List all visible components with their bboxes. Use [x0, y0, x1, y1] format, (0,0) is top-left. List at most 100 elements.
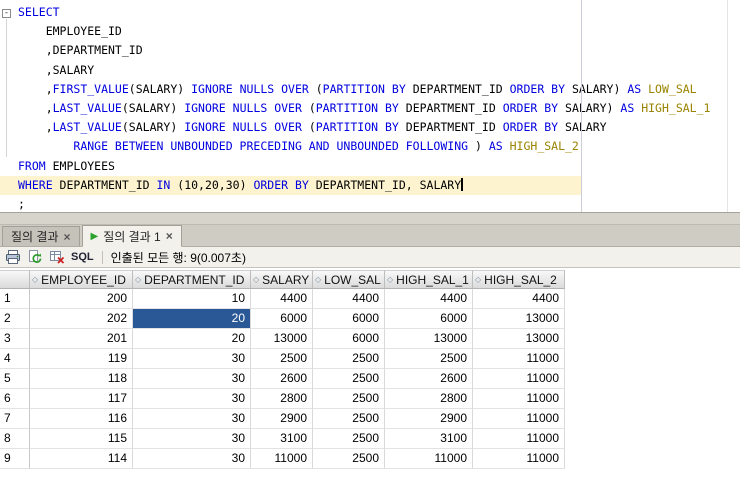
grid-cell[interactable]: 202: [30, 309, 133, 329]
grid-cell[interactable]: 119: [30, 349, 133, 369]
grid-cell[interactable]: 30: [133, 369, 251, 389]
grid-cell[interactable]: 2500: [385, 349, 473, 369]
code-line[interactable]: ,DEPARTMENT_ID: [0, 41, 740, 60]
grid-cell[interactable]: 2800: [385, 389, 473, 409]
code-line[interactable]: FROM EMPLOYEES: [0, 157, 740, 176]
code-line[interactable]: ,LAST_VALUE(SALARY) IGNORE NULLS OVER (P…: [0, 99, 740, 118]
printer-icon[interactable]: [5, 249, 21, 265]
grid-cell[interactable]: 30: [133, 349, 251, 369]
grid-cell[interactable]: 2500: [313, 369, 385, 389]
grid-cell[interactable]: 2500: [313, 429, 385, 449]
grid-cell[interactable]: 2500: [313, 389, 385, 409]
column-header-salary[interactable]: ◇ SALARY: [251, 270, 313, 289]
sql-editor[interactable]: - SELECT EMPLOYEE_ID ,DEPARTMENT_ID ,SAL…: [0, 0, 740, 212]
cancel-fetch-icon[interactable]: [49, 249, 65, 265]
row-number[interactable]: 4: [0, 349, 30, 369]
code-line[interactable]: EMPLOYEE_ID: [0, 22, 740, 41]
grid-cell[interactable]: 30: [133, 429, 251, 449]
grid-cell[interactable]: 117: [30, 389, 133, 409]
grid-cell[interactable]: 115: [30, 429, 133, 449]
grid-cell[interactable]: 11000: [473, 449, 565, 469]
code-token: DEPARTMENT_ID, SALARY: [308, 177, 462, 192]
grid-cell[interactable]: 200: [30, 289, 133, 309]
grid-cell[interactable]: 30: [133, 389, 251, 409]
grid-cell[interactable]: 11000: [473, 429, 565, 449]
grid-cell[interactable]: 20: [133, 329, 251, 349]
grid-cell[interactable]: 2900: [251, 409, 313, 429]
tab-query-result-1[interactable]: ▶ 질의 결과 1 ×: [81, 225, 182, 247]
grid-cell[interactable]: 11000: [473, 349, 565, 369]
code-token: ,: [18, 81, 53, 96]
close-icon[interactable]: ×: [64, 231, 71, 243]
grid-cell[interactable]: 11000: [251, 449, 313, 469]
code-line[interactable]: SELECT: [0, 3, 740, 22]
editor-scrollbar-track[interactable]: [727, 0, 728, 212]
grid-cell[interactable]: 11000: [473, 389, 565, 409]
grid-cell[interactable]: 13000: [473, 329, 565, 349]
pane-splitter[interactable]: [0, 212, 740, 225]
grid-cell[interactable]: 4400: [251, 289, 313, 309]
tab-query-result[interactable]: 질의 결과 ×: [2, 226, 80, 246]
grid-cell[interactable]: 4400: [473, 289, 565, 309]
grid-cell[interactable]: 11000: [385, 449, 473, 469]
refresh-fetch-icon[interactable]: [27, 249, 43, 265]
grid-cell[interactable]: 2500: [313, 409, 385, 429]
grid-cell[interactable]: 2600: [385, 369, 473, 389]
grid-cell[interactable]: 11000: [473, 369, 565, 389]
row-number[interactable]: 5: [0, 369, 30, 389]
grid-cell[interactable]: 6000: [385, 309, 473, 329]
code-line[interactable]: ,LAST_VALUE(SALARY) IGNORE NULLS OVER (P…: [0, 118, 740, 137]
grid-cell[interactable]: 2800: [251, 389, 313, 409]
close-icon[interactable]: ×: [166, 230, 173, 242]
column-header-high_sal_1[interactable]: ◇ HIGH_SAL_1: [385, 270, 473, 289]
column-header-low_sal[interactable]: ◇ LOW_SAL: [313, 270, 385, 289]
row-number[interactable]: 7: [0, 409, 30, 429]
grid-cell[interactable]: 13000: [385, 329, 473, 349]
grid-cell[interactable]: 116: [30, 409, 133, 429]
row-number[interactable]: 8: [0, 429, 30, 449]
sql-button[interactable]: SQL: [71, 251, 94, 263]
grid-cell[interactable]: 2500: [313, 349, 385, 369]
column-header-department_id[interactable]: ◇ DEPARTMENT_ID: [133, 270, 251, 289]
grid-cell[interactable]: 2500: [313, 449, 385, 469]
grid-cell[interactable]: 3100: [251, 429, 313, 449]
code-line[interactable]: ,FIRST_VALUE(SALARY) IGNORE NULLS OVER (…: [0, 80, 740, 99]
grid-cell[interactable]: 2500: [251, 349, 313, 369]
code-token: IGNORE NULLS OVER: [184, 120, 302, 135]
row-number[interactable]: 9: [0, 449, 30, 469]
grid-cell[interactable]: 30: [133, 449, 251, 469]
grid-cell[interactable]: 6000: [313, 309, 385, 329]
grid-cell[interactable]: 114: [30, 449, 133, 469]
grid-cell[interactable]: 2900: [385, 409, 473, 429]
grid-cell[interactable]: 201: [30, 329, 133, 349]
row-number[interactable]: 3: [0, 329, 30, 349]
code-area[interactable]: SELECT EMPLOYEE_ID ,DEPARTMENT_ID ,SALAR…: [0, 3, 740, 214]
grid-cell[interactable]: 13000: [473, 309, 565, 329]
column-header-rownum[interactable]: [0, 270, 30, 289]
code-token: AS: [620, 100, 635, 115]
grid-cell[interactable]: 6000: [313, 329, 385, 349]
grid-cell[interactable]: 118: [30, 369, 133, 389]
code-token: (SALARY): [121, 120, 185, 135]
grid-cell[interactable]: 10: [133, 289, 251, 309]
grid-cell[interactable]: 11000: [473, 409, 565, 429]
column-header-employee_id[interactable]: ◇ EMPLOYEE_ID: [30, 270, 133, 289]
row-number[interactable]: 2: [0, 309, 30, 329]
grid-cell[interactable]: 4400: [385, 289, 473, 309]
code-token: ,SALARY: [18, 62, 95, 77]
grid-cell[interactable]: 13000: [251, 329, 313, 349]
row-number[interactable]: 6: [0, 389, 30, 409]
row-number[interactable]: 1: [0, 289, 30, 309]
grid-cell[interactable]: 30: [133, 409, 251, 429]
grid-cell[interactable]: 20: [133, 309, 251, 329]
tab-label: 질의 결과: [11, 230, 59, 244]
column-header-high_sal_2[interactable]: ◇ HIGH_SAL_2: [473, 270, 565, 289]
code-line[interactable]: RANGE BETWEEN UNBOUNDED PRECEDING AND UN…: [0, 137, 740, 156]
code-token: (10,20,30): [170, 177, 254, 192]
grid-cell[interactable]: 6000: [251, 309, 313, 329]
code-line[interactable]: ,SALARY: [0, 61, 740, 80]
grid-cell[interactable]: 2600: [251, 369, 313, 389]
grid-cell[interactable]: 4400: [313, 289, 385, 309]
grid-cell[interactable]: 3100: [385, 429, 473, 449]
code-line[interactable]: WHERE DEPARTMENT_ID IN (10,20,30) ORDER …: [0, 175, 581, 195]
